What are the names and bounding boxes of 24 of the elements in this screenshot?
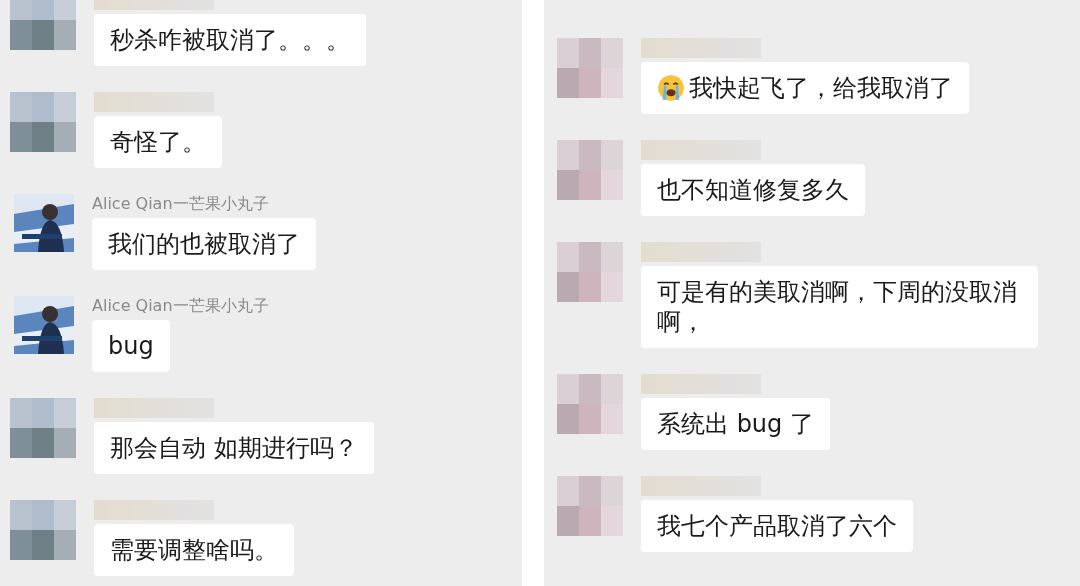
sender-name: Alice Qian一芒果小丸子	[92, 296, 269, 316]
pixelated-avatar	[10, 398, 76, 458]
message-text: 奇怪了。	[110, 127, 206, 157]
pixelated-avatar	[557, 242, 623, 302]
message-text: bug	[108, 331, 154, 361]
pixelated-avatar	[10, 0, 76, 50]
avatar-drawing	[14, 194, 74, 252]
pixelated-avatar	[10, 500, 76, 560]
pixelated-avatar	[10, 92, 76, 152]
message-text: 我快起飞了，给我取消了	[689, 73, 953, 103]
message-text: 可是有的美取消啊，下周的没取消啊，	[657, 277, 1018, 337]
message-text: 系统出 bug 了	[657, 409, 814, 439]
sender-name: Alice Qian一芒果小丸子	[92, 194, 269, 214]
pixelated-avatar	[557, 374, 623, 434]
avatar-drawing	[14, 296, 74, 354]
message-text: 我们的也被取消了	[108, 229, 300, 259]
message-text: 也不知道修复多久	[657, 175, 849, 205]
message-text: 我七个产品取消了六个	[657, 511, 897, 541]
pixelated-avatar	[557, 140, 623, 200]
pixelated-avatar	[557, 38, 623, 98]
message-text: 那会自动 如期进行吗？	[110, 433, 358, 463]
pixelated-avatar	[557, 476, 623, 536]
message-text: 秒杀咋被取消了。。。	[110, 25, 350, 55]
message-text: 需要调整啥吗。	[110, 535, 278, 565]
